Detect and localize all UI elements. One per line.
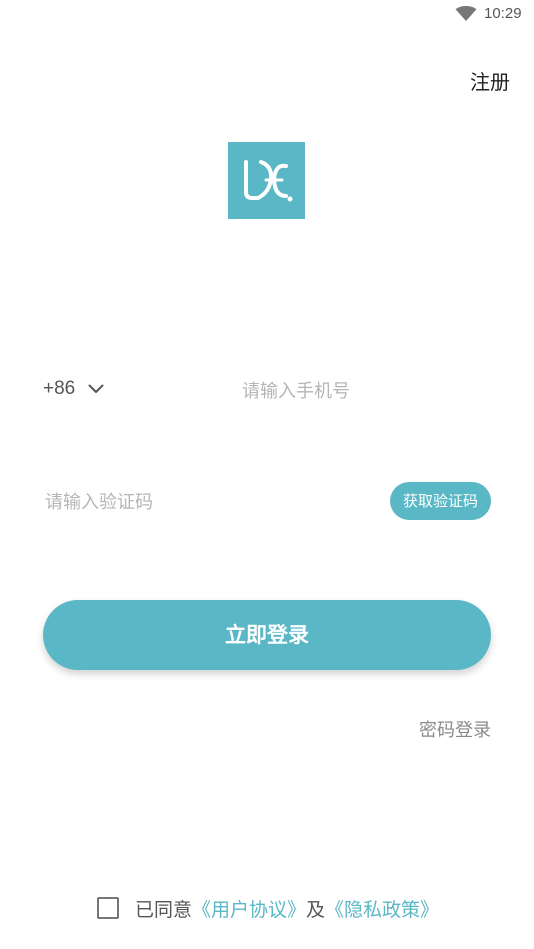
status-bar: 10:29: [0, 0, 534, 28]
status-time: 10:29: [484, 5, 522, 22]
agreement-prefix: 已同意: [135, 898, 193, 921]
agreement-conjunction: 及: [306, 898, 326, 921]
user-agreement-link[interactable]: 《用户协议》: [192, 895, 306, 922]
register-link[interactable]: 注册: [470, 66, 510, 95]
login-button[interactable]: 立即登录: [43, 600, 491, 670]
agree-checkbox[interactable]: [97, 897, 119, 919]
privacy-policy-link[interactable]: 《隐私政策》: [325, 895, 439, 922]
password-login-link[interactable]: 密码登录: [419, 716, 491, 742]
wifi-icon: [455, 6, 477, 21]
phone-input[interactable]: [240, 372, 494, 410]
get-code-button[interactable]: 获取验证码: [390, 482, 491, 520]
country-code-selector[interactable]: +86: [43, 378, 75, 400]
login-page: 10:29 注册 +86 获取验证码 立即登录 密码登录 已同意 《用户协议》 …: [0, 0, 534, 949]
verification-code-input[interactable]: [43, 483, 367, 521]
agreement-row: 已同意 《用户协议》 及 《隐私政策》: [97, 894, 439, 922]
chevron-down-icon[interactable]: [88, 384, 104, 394]
brand-logo: [228, 142, 305, 219]
